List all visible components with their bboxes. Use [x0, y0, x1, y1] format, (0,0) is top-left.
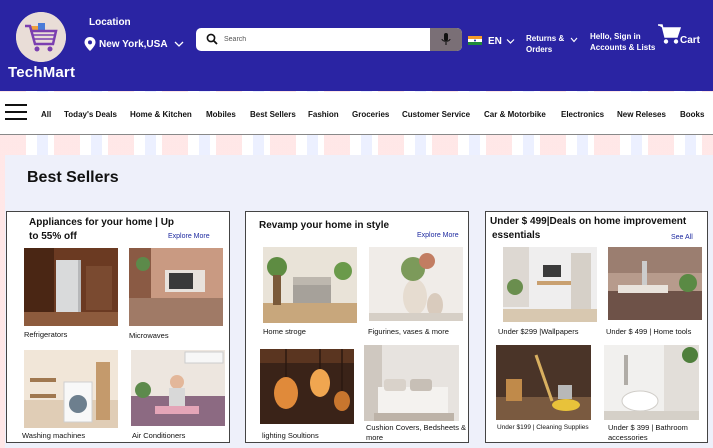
product-card-home-improvement: Under $ 499|Deals on home improvement es…	[485, 211, 708, 443]
nav-item-groceries[interactable]: Groceries	[352, 110, 389, 119]
cart-icon[interactable]	[657, 23, 681, 45]
chevron-down-icon[interactable]	[174, 40, 184, 48]
tile-label[interactable]: Under $199 | Cleaning Supplies	[497, 423, 589, 432]
search-icon	[206, 33, 218, 45]
tile-label[interactable]: Home stroge	[263, 327, 306, 337]
nav-item-car-motorbike[interactable]: Car & Motorbike	[484, 110, 546, 119]
tile-label[interactable]: Under $299 |Wallpapers	[498, 327, 578, 337]
nav-item-books[interactable]: Books	[680, 110, 704, 119]
returns-line1: Returns &	[526, 34, 565, 43]
search-input[interactable]	[224, 31, 424, 48]
tile-label[interactable]: Air Conditioners	[132, 431, 185, 441]
tile-washing-machines-image[interactable]	[24, 350, 118, 428]
page-title: Best Sellers	[27, 169, 119, 186]
india-flag-icon[interactable]	[468, 36, 482, 45]
nav-item-best-sellers[interactable]: Best Sellers	[250, 110, 296, 119]
explore-more-link[interactable]: Explore More	[417, 232, 459, 239]
header: TechMart Location New York,USA EN	[0, 0, 713, 91]
logo-cart-icon[interactable]	[16, 12, 66, 62]
see-all-link[interactable]: See All	[671, 234, 693, 241]
cart-label[interactable]: Cart	[680, 35, 700, 46]
tile-label[interactable]: Microwaves	[129, 331, 169, 341]
tile-home-storage-image[interactable]	[263, 247, 357, 323]
location-label: Location	[89, 17, 131, 28]
tile-label[interactable]: Under $ 399 | Bathroom accessories	[608, 423, 707, 443]
tile-figurines-vases-image[interactable]	[369, 247, 463, 321]
tile-label[interactable]: lighting Soultions	[262, 431, 319, 441]
nav-item-electronics[interactable]: Electronics	[561, 110, 604, 119]
account-link[interactable]: Hello, Sign in Accounts & Lists	[590, 31, 655, 53]
tile-label[interactable]: Cushion Covers, Bedsheets & more	[366, 423, 468, 443]
tile-cleaning-supplies-image[interactable]	[496, 345, 591, 420]
tile-bathroom-accessories-image[interactable]	[604, 345, 699, 420]
card-title: Under $ 499|Deals on home improvement es…	[490, 216, 687, 241]
nav-item-fashion[interactable]: Fashion	[308, 110, 339, 119]
nav-item-home-kitchen[interactable]: Home & Kitchen	[130, 110, 192, 119]
tile-label[interactable]: Under $ 499 | Home tools	[606, 327, 691, 337]
nav-bar: All Today's Deals Home & Kitchen Mobiles…	[0, 92, 713, 135]
card-title: Revamp your home in style	[259, 220, 390, 231]
account-line1: Hello, Sign in	[590, 32, 641, 41]
account-line2: Accounts & Lists	[590, 43, 656, 52]
menu-icon[interactable]	[5, 104, 27, 121]
card-title: Appliances for your home | Up to 55% off	[29, 217, 175, 242]
tile-label[interactable]: Refrigerators	[24, 330, 67, 340]
nav-item-mobiles[interactable]: Mobiles	[206, 110, 236, 119]
nav-item-todays-deals[interactable]: Today's Deals	[64, 110, 117, 119]
tile-refrigerators-image[interactable]	[24, 248, 118, 326]
tile-wallpapers-image[interactable]	[503, 247, 597, 322]
tile-lighting-image[interactable]	[260, 349, 354, 424]
chevron-down-icon[interactable]	[570, 37, 578, 43]
brand-name[interactable]: TechMart	[8, 64, 75, 81]
chevron-down-icon[interactable]	[506, 38, 515, 45]
tile-label[interactable]: Washing machines	[22, 431, 85, 441]
voice-search-button[interactable]	[430, 28, 462, 51]
returns-line2: Orders	[526, 45, 553, 54]
location-value[interactable]: New York,USA	[99, 39, 168, 50]
returns-orders-link[interactable]: Returns & Orders	[526, 33, 564, 55]
language-selector[interactable]: EN	[488, 36, 502, 47]
search-bar	[196, 28, 462, 51]
location-pin-icon	[84, 37, 96, 51]
tile-home-tools-image[interactable]	[608, 247, 702, 320]
nav-item-all[interactable]: All	[41, 110, 51, 119]
tile-cushion-covers-image[interactable]	[364, 345, 459, 421]
product-card-appliances: Appliances for your home | Up to 55% off…	[6, 211, 230, 443]
nav-item-new-releases[interactable]: New Releses	[617, 110, 666, 119]
explore-more-link[interactable]: Explore More	[168, 233, 210, 240]
nav-item-customer-service[interactable]: Customer Service	[402, 110, 470, 119]
tile-label[interactable]: Figurines, vases & more	[368, 327, 449, 337]
microphone-icon	[441, 33, 451, 45]
product-card-revamp-home: Revamp your home in style Explore More H…	[245, 211, 469, 443]
tile-microwaves-image[interactable]	[129, 248, 223, 326]
tile-air-conditioners-image[interactable]	[131, 350, 225, 426]
